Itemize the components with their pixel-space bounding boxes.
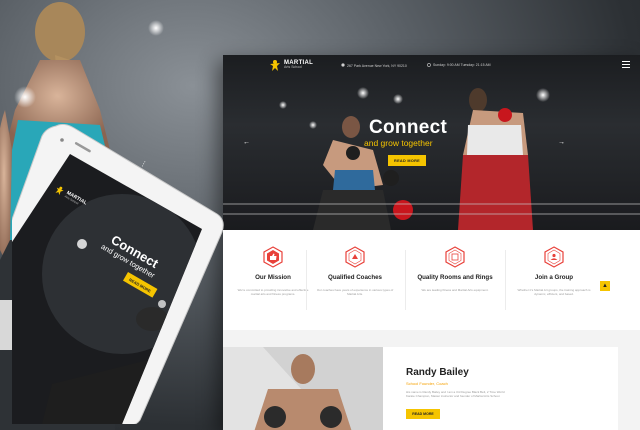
site-logo[interactable]: MARTIAL Arts School xyxy=(269,59,313,71)
mobile-phone-mockup: MARTIAL Arts School ⋮ Connect and grow t… xyxy=(12,124,224,424)
nav-address: 267 Park Avenue New York, NY 90210 xyxy=(341,63,407,68)
brand-tagline: Arts School xyxy=(284,65,302,70)
ring-rope xyxy=(223,213,640,215)
thumbs-up-icon xyxy=(263,246,283,268)
coach-card: Randy Bailey School Founder, Coach His n… xyxy=(223,347,618,430)
feature-title: Quality Rooms and Rings xyxy=(417,274,493,281)
feature-text: Whether it's Martial Art groups, the tra… xyxy=(517,288,591,297)
features-section: Our Mission We're committed to providing… xyxy=(223,230,640,330)
martial-logo-icon xyxy=(270,60,280,71)
coach-bio: His name is Randy Bailey and I am a 3rd … xyxy=(406,390,505,399)
feature-quality-rooms: Quality Rooms and Rings We are leading f… xyxy=(405,230,505,330)
feature-text: Our coaches have years of experience in … xyxy=(316,288,394,297)
hero-title: Connect xyxy=(369,117,448,138)
address-text: 267 Park Avenue New York, NY 90210 xyxy=(347,63,407,68)
nav-hours: Sunday: 9:00 AM Tuesday: 21:15 AM xyxy=(427,63,491,67)
clock-icon xyxy=(427,63,431,67)
menu-burger-icon[interactable] xyxy=(622,61,630,68)
slider-prev-arrow-icon[interactable]: ← xyxy=(243,139,250,146)
ring-rope xyxy=(223,203,640,205)
location-pin-icon xyxy=(341,63,345,67)
stage-light xyxy=(148,20,164,36)
slider-next-arrow-icon[interactable]: → xyxy=(558,139,565,146)
feature-title: Our Mission xyxy=(255,274,291,281)
feature-title: Qualified Coaches xyxy=(328,274,382,281)
feature-text: We're committed to providing innovative … xyxy=(237,288,309,297)
coach-photo xyxy=(223,347,383,430)
coach-read-more-button[interactable]: READ MORE xyxy=(406,409,440,419)
scroll-to-top-button[interactable]: ▲ xyxy=(600,281,610,291)
group-icon xyxy=(544,246,564,268)
coach-section: Randy Bailey School Founder, Coach His n… xyxy=(223,330,640,430)
coach-name: Randy Bailey xyxy=(406,367,469,378)
hero-read-more-button[interactable]: READ MORE xyxy=(388,155,426,166)
stage-light xyxy=(14,86,36,108)
feature-text: We are leading fitness and Martial Arts … xyxy=(421,288,489,292)
feature-qualified-coaches: Qualified Coaches Our coaches have years… xyxy=(305,230,405,330)
coach-icon xyxy=(345,246,365,268)
ring-icon xyxy=(445,246,465,268)
feature-title: Join a Group xyxy=(534,274,574,281)
desktop-website-mockup: MARTIAL Arts School 267 Park Avenue New … xyxy=(223,55,640,430)
hero-banner: MARTIAL Arts School 267 Park Avenue New … xyxy=(223,55,640,230)
hours-text: Sunday: 9:00 AM Tuesday: 21:15 AM xyxy=(433,63,491,67)
phone-device xyxy=(12,124,224,424)
hero-subtitle: and grow together xyxy=(364,138,433,148)
coach-role: School Founder, Coach xyxy=(406,381,448,386)
feature-join-group: Join a Group Whether it's Martial Art gr… xyxy=(504,230,604,330)
